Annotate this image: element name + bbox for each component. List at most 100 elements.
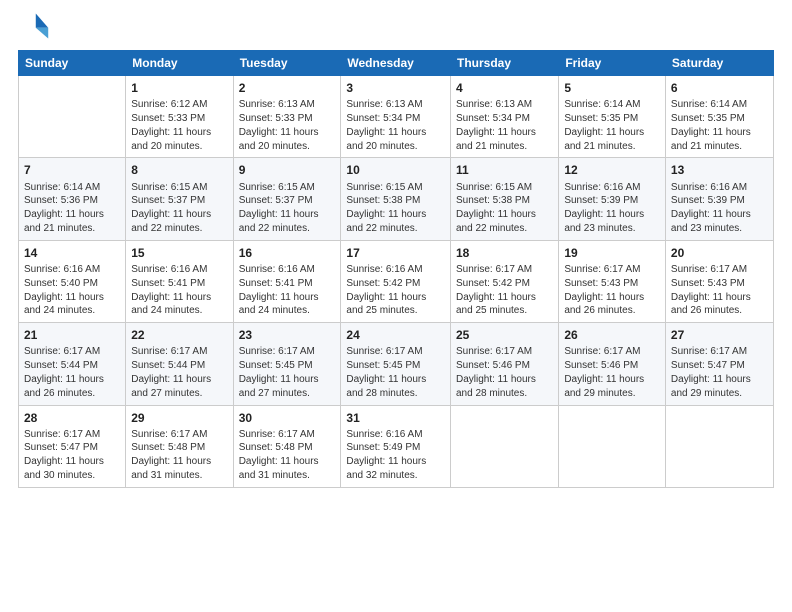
day-number: 13 — [671, 162, 768, 178]
calendar-cell: 6 Sunrise: 6:14 AM Sunset: 5:35 PM Daylig… — [665, 76, 773, 158]
cell-daylight-info: Sunrise: 6:15 AM Sunset: 5:38 PM Dayligh… — [456, 181, 553, 236]
day-number: 7 — [24, 162, 120, 178]
calendar-week-row: 1 Sunrise: 6:12 AM Sunset: 5:33 PM Daylig… — [19, 76, 774, 158]
logo-icon — [18, 10, 50, 42]
cell-daylight-info: Sunrise: 6:17 AM Sunset: 5:43 PM Dayligh… — [671, 263, 768, 318]
col-header-sunday: Sunday — [19, 51, 126, 76]
col-header-thursday: Thursday — [450, 51, 558, 76]
day-number: 16 — [239, 245, 336, 261]
day-number: 11 — [456, 162, 553, 178]
cell-daylight-info: Sunrise: 6:17 AM Sunset: 5:43 PM Dayligh… — [564, 263, 660, 318]
day-number: 6 — [671, 80, 768, 96]
day-number: 24 — [346, 327, 445, 343]
calendar-cell: 3 Sunrise: 6:13 AM Sunset: 5:34 PM Daylig… — [341, 76, 451, 158]
calendar-cell: 10Sunrise: 6:15 AM Sunset: 5:38 PM Dayli… — [341, 158, 451, 240]
calendar-cell: 17 Sunrise: 6:16 AM Sunset: 5:42 PM Dayli… — [341, 240, 451, 322]
calendar-cell: 23 Sunrise: 6:17 AM Sunset: 5:45 PM Dayli… — [233, 323, 341, 405]
calendar-cell: 1 Sunrise: 6:12 AM Sunset: 5:33 PM Daylig… — [126, 76, 233, 158]
calendar-cell: 12 Sunrise: 6:16 AM Sunset: 5:39 PM Dayli… — [559, 158, 666, 240]
calendar-week-row: 28 Sunrise: 6:17 AM Sunset: 5:47 PM Dayli… — [19, 405, 774, 487]
cell-daylight-info: Sunrise: 6:17 AM Sunset: 5:44 PM Dayligh… — [131, 345, 227, 400]
day-number: 1 — [131, 80, 227, 96]
day-number: 31 — [346, 410, 445, 426]
calendar-week-row: 21 Sunrise: 6:17 AM Sunset: 5:44 PM Dayli… — [19, 323, 774, 405]
cell-daylight-info: Sunrise: 6:16 AM Sunset: 5:42 PM Dayligh… — [346, 263, 445, 318]
calendar-cell — [559, 405, 666, 487]
col-header-tuesday: Tuesday — [233, 51, 341, 76]
calendar-week-row: 7 Sunrise: 6:14 AM Sunset: 5:36 PM Daylig… — [19, 158, 774, 240]
col-header-saturday: Saturday — [665, 51, 773, 76]
day-number: 19 — [564, 245, 660, 261]
day-number: 27 — [671, 327, 768, 343]
calendar-header-row: SundayMondayTuesdayWednesdayThursdayFrid… — [19, 51, 774, 76]
day-number: 17 — [346, 245, 445, 261]
col-header-friday: Friday — [559, 51, 666, 76]
page: SundayMondayTuesdayWednesdayThursdayFrid… — [0, 0, 792, 612]
day-number: 18 — [456, 245, 553, 261]
calendar-cell: 26Sunrise: 6:17 AM Sunset: 5:46 PM Dayli… — [559, 323, 666, 405]
col-header-wednesday: Wednesday — [341, 51, 451, 76]
day-number: 21 — [24, 327, 120, 343]
cell-daylight-info: Sunrise: 6:13 AM Sunset: 5:34 PM Dayligh… — [456, 98, 553, 153]
calendar-cell: 7 Sunrise: 6:14 AM Sunset: 5:36 PM Daylig… — [19, 158, 126, 240]
day-number: 4 — [456, 80, 553, 96]
day-number: 8 — [131, 162, 227, 178]
calendar-cell: 30Sunrise: 6:17 AM Sunset: 5:48 PM Dayli… — [233, 405, 341, 487]
day-number: 28 — [24, 410, 120, 426]
calendar-cell: 25 Sunrise: 6:17 AM Sunset: 5:46 PM Dayli… — [450, 323, 558, 405]
cell-daylight-info: Sunrise: 6:15 AM Sunset: 5:37 PM Dayligh… — [131, 181, 227, 236]
cell-daylight-info: Sunrise: 6:14 AM Sunset: 5:35 PM Dayligh… — [564, 98, 660, 153]
cell-daylight-info: Sunrise: 6:16 AM Sunset: 5:41 PM Dayligh… — [239, 263, 336, 318]
calendar-cell: 22 Sunrise: 6:17 AM Sunset: 5:44 PM Dayli… — [126, 323, 233, 405]
cell-daylight-info: Sunrise: 6:17 AM Sunset: 5:48 PM Dayligh… — [239, 428, 336, 483]
cell-daylight-info: Sunrise: 6:12 AM Sunset: 5:33 PM Dayligh… — [131, 98, 227, 153]
calendar-cell: 21 Sunrise: 6:17 AM Sunset: 5:44 PM Dayli… — [19, 323, 126, 405]
day-number: 20 — [671, 245, 768, 261]
day-number: 15 — [131, 245, 227, 261]
calendar-cell: 19 Sunrise: 6:17 AM Sunset: 5:43 PM Dayli… — [559, 240, 666, 322]
calendar-cell: 29 Sunrise: 6:17 AM Sunset: 5:48 PM Dayli… — [126, 405, 233, 487]
calendar-cell: 2Sunrise: 6:13 AM Sunset: 5:33 PM Daylig… — [233, 76, 341, 158]
day-number: 29 — [131, 410, 227, 426]
cell-daylight-info: Sunrise: 6:16 AM Sunset: 5:39 PM Dayligh… — [671, 181, 768, 236]
cell-daylight-info: Sunrise: 6:14 AM Sunset: 5:35 PM Dayligh… — [671, 98, 768, 153]
header — [18, 10, 774, 42]
cell-daylight-info: Sunrise: 6:16 AM Sunset: 5:49 PM Dayligh… — [346, 428, 445, 483]
cell-daylight-info: Sunrise: 6:16 AM Sunset: 5:41 PM Dayligh… — [131, 263, 227, 318]
calendar-cell: 18 Sunrise: 6:17 AM Sunset: 5:42 PM Dayli… — [450, 240, 558, 322]
day-number: 10 — [346, 162, 445, 178]
cell-daylight-info: Sunrise: 6:16 AM Sunset: 5:40 PM Dayligh… — [24, 263, 120, 318]
calendar-cell: 5 Sunrise: 6:14 AM Sunset: 5:35 PM Daylig… — [559, 76, 666, 158]
day-number: 14 — [24, 245, 120, 261]
day-number: 9 — [239, 162, 336, 178]
cell-daylight-info: Sunrise: 6:17 AM Sunset: 5:45 PM Dayligh… — [346, 345, 445, 400]
calendar-cell: 16 Sunrise: 6:16 AM Sunset: 5:41 PM Dayli… — [233, 240, 341, 322]
day-number: 23 — [239, 327, 336, 343]
day-number: 25 — [456, 327, 553, 343]
calendar-cell: 14 Sunrise: 6:16 AM Sunset: 5:40 PM Dayli… — [19, 240, 126, 322]
calendar-cell: 20 Sunrise: 6:17 AM Sunset: 5:43 PM Dayli… — [665, 240, 773, 322]
day-number: 26 — [564, 327, 660, 343]
cell-daylight-info: Sunrise: 6:17 AM Sunset: 5:42 PM Dayligh… — [456, 263, 553, 318]
day-number: 22 — [131, 327, 227, 343]
calendar-cell: 24 Sunrise: 6:17 AM Sunset: 5:45 PM Dayli… — [341, 323, 451, 405]
cell-daylight-info: Sunrise: 6:17 AM Sunset: 5:46 PM Dayligh… — [456, 345, 553, 400]
calendar-week-row: 14 Sunrise: 6:16 AM Sunset: 5:40 PM Dayli… — [19, 240, 774, 322]
day-number: 12 — [564, 162, 660, 178]
calendar-cell — [19, 76, 126, 158]
day-number: 3 — [346, 80, 445, 96]
cell-daylight-info: Sunrise: 6:17 AM Sunset: 5:44 PM Dayligh… — [24, 345, 120, 400]
cell-daylight-info: Sunrise: 6:17 AM Sunset: 5:48 PM Dayligh… — [131, 428, 227, 483]
calendar-cell: 13 Sunrise: 6:16 AM Sunset: 5:39 PM Dayli… — [665, 158, 773, 240]
calendar-cell — [665, 405, 773, 487]
calendar-cell: 15 Sunrise: 6:16 AM Sunset: 5:41 PM Dayli… — [126, 240, 233, 322]
cell-daylight-info: Sunrise: 6:16 AM Sunset: 5:39 PM Dayligh… — [564, 181, 660, 236]
cell-daylight-info: Sunrise: 6:17 AM Sunset: 5:47 PM Dayligh… — [24, 428, 120, 483]
cell-daylight-info: Sunrise: 6:13 AM Sunset: 5:34 PM Dayligh… — [346, 98, 445, 153]
day-number: 2 — [239, 80, 336, 96]
calendar-cell: 31 Sunrise: 6:16 AM Sunset: 5:49 PM Dayli… — [341, 405, 451, 487]
cell-daylight-info: Sunrise: 6:17 AM Sunset: 5:45 PM Dayligh… — [239, 345, 336, 400]
cell-daylight-info: Sunrise: 6:14 AM Sunset: 5:36 PM Dayligh… — [24, 181, 120, 236]
calendar-cell — [450, 405, 558, 487]
day-number: 5 — [564, 80, 660, 96]
